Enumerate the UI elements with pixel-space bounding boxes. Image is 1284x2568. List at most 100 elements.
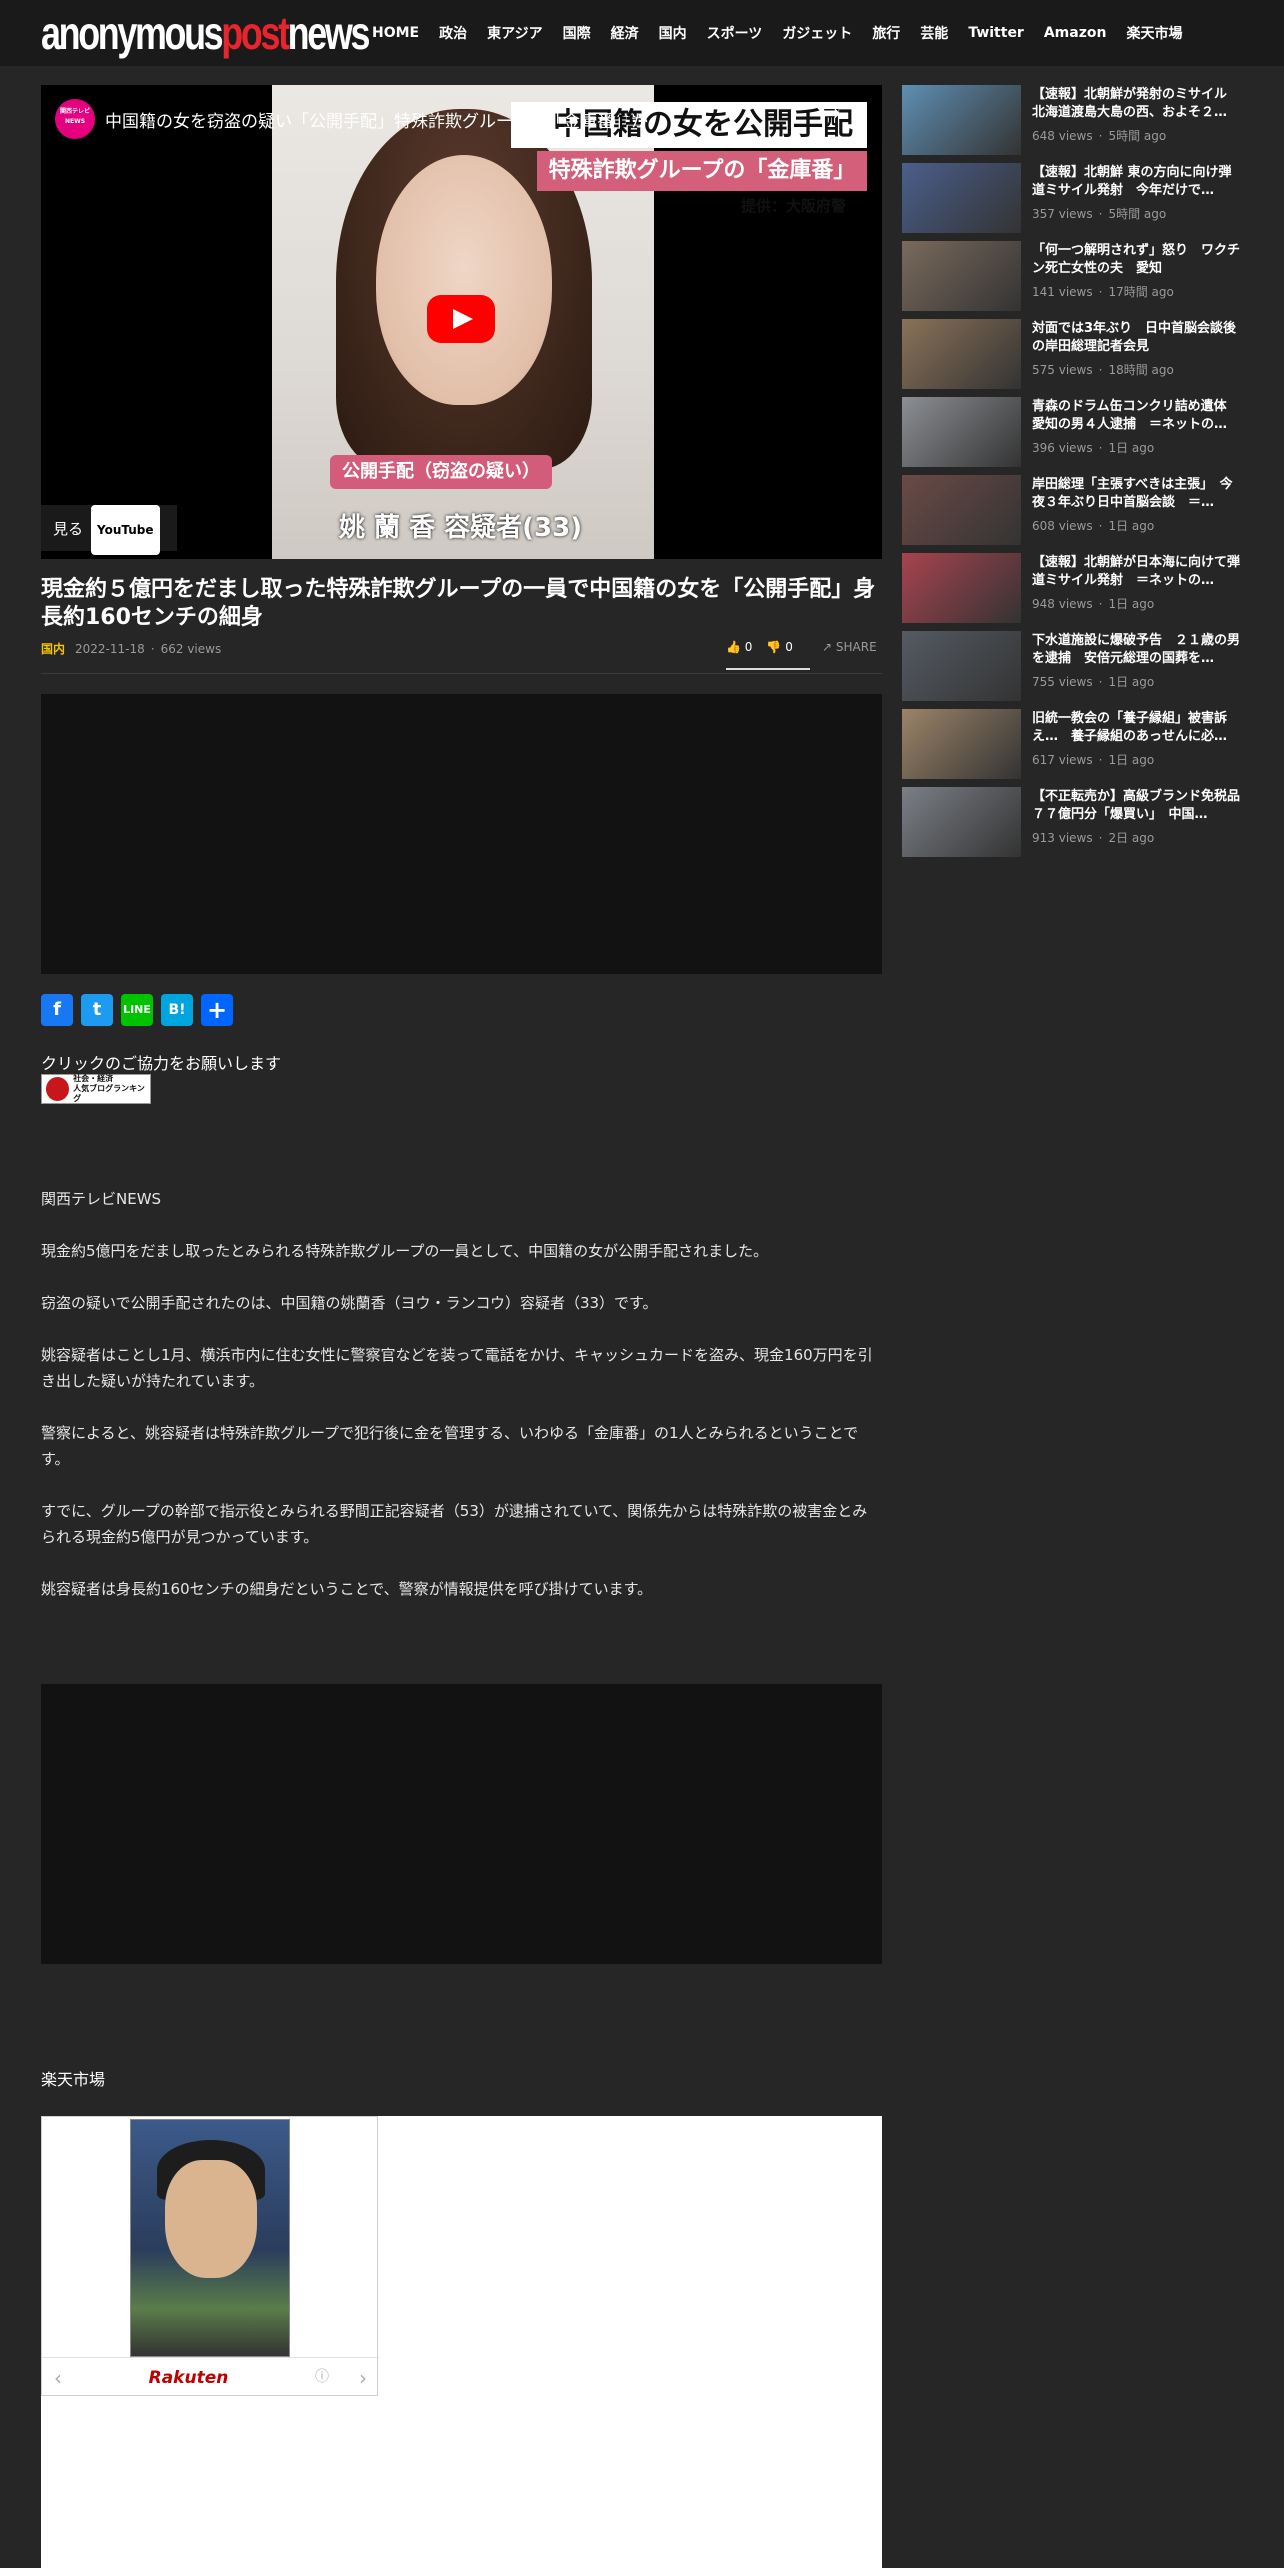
nav-item-international[interactable]: 国際 xyxy=(563,23,591,43)
dislike-count: 0 xyxy=(785,640,793,654)
sidebar-item-meta: 608 views · 1日 ago xyxy=(1032,517,1154,534)
like-button[interactable]: 👍 0 xyxy=(726,640,752,668)
sidebar-item-meta: 575 views · 18時間 ago xyxy=(1032,361,1174,378)
product-image[interactable] xyxy=(130,2119,290,2357)
article-views: 662 views xyxy=(160,641,222,656)
blog-ranking-banner[interactable]: 社会・経済 人気ブログランキング xyxy=(41,1074,151,1104)
nav-item-home[interactable]: HOME xyxy=(372,25,419,41)
nav-item-amazon[interactable]: Amazon xyxy=(1044,25,1107,41)
twitter-icon[interactable]: t xyxy=(81,994,113,1026)
thumbs-up-icon: 👍 xyxy=(726,640,741,654)
sidebar-thumbnail[interactable] xyxy=(902,319,1021,389)
watch-on-youtube-button[interactable]: 見る YouTube xyxy=(41,505,177,555)
channel-logo-icon[interactable]: 関西テレビ NEWS xyxy=(55,99,95,139)
share-label: SHARE xyxy=(835,640,877,654)
sidebar-item-title[interactable]: 対面では3年ぶり 日中首脳会談後の岸田総理記者会見 xyxy=(1032,320,1244,356)
chevron-right-icon[interactable]: › xyxy=(359,2366,367,2390)
nav-item-entertainment[interactable]: 芸能 xyxy=(920,23,948,43)
sidebar-item[interactable]: 対面では3年ぶり 日中首脳会談後の岸田総理記者会見 575 views · 18時間 … xyxy=(902,319,1242,389)
rakuten-product-card[interactable]: ‹ Rakuten ⓘ › xyxy=(41,2116,379,2396)
hatena-icon[interactable]: B! xyxy=(161,994,193,1026)
article-paragraph: 警察によると、姚容疑者は特殊詐欺グループで犯行後に金を管理する、いわゆる「金庫番… xyxy=(41,1424,859,1468)
sidebar-item-meta: 396 views · 1日 ago xyxy=(1032,439,1154,456)
sidebar-item-time: 17時間 ago xyxy=(1108,285,1174,299)
nav-item-travel[interactable]: 旅行 xyxy=(872,23,900,43)
sidebar-item-title[interactable]: 旧統一教会の「養子縁組」被害訴え… 養子縁組のあっせんに必… xyxy=(1032,710,1244,746)
sidebar-item-title[interactable]: 岸田総理「主張すべきは主張」 今夜３年ぶり日中首脳会談 ＝… xyxy=(1032,476,1244,512)
blog-ranking-text: 社会・経済 人気ブログランキング xyxy=(73,1074,150,1104)
category-link[interactable]: 国内 xyxy=(41,640,65,657)
sidebar-thumbnail[interactable] xyxy=(902,787,1021,857)
nav-item-politics[interactable]: 政治 xyxy=(439,23,467,43)
sidebar-item-views: 648 views xyxy=(1032,129,1093,143)
meta-separator: · xyxy=(1098,831,1103,845)
sidebar-item[interactable]: 【速報】北朝鮮が発射のミサイル 北海道渡島大島の西、およそ２… 648 views… xyxy=(902,85,1242,155)
sidebar-item-meta: 357 views · 5時間 ago xyxy=(1032,205,1166,222)
line-icon[interactable]: LINE xyxy=(121,994,153,1026)
rakuten-widget: ‹ Rakuten ⓘ › xyxy=(41,2116,882,2568)
sidebar-item[interactable]: 下水道施設に爆破予告 ２１歳の男を逮捕 安倍元総理の国葬を… 755 views ·… xyxy=(902,631,1242,701)
sidebar-thumbnail[interactable] xyxy=(902,709,1021,779)
nav-item-domestic[interactable]: 国内 xyxy=(659,23,687,43)
share-button[interactable]: ↗ SHARE xyxy=(822,640,877,654)
sidebar-item-time: 1日 ago xyxy=(1108,753,1155,767)
ad-slot-top[interactable] xyxy=(41,694,882,974)
meta-separator: · xyxy=(1098,753,1103,767)
chevron-left-icon[interactable]: ‹ xyxy=(54,2366,62,2390)
sidebar-item-views: 575 views xyxy=(1032,363,1093,377)
sidebar-item-views: 948 views xyxy=(1032,597,1093,611)
meta-divider xyxy=(41,673,882,674)
nav-item-twitter[interactable]: Twitter xyxy=(968,25,1024,41)
rakuten-logo[interactable]: Rakuten xyxy=(149,2368,229,2388)
sidebar-item[interactable]: 【速報】北朝鮮 東の方向に向け弾道ミサイル発射 今年だけで… 357 views ·… xyxy=(902,163,1242,233)
article-paragraph: 現金約5億円をだまし取ったとみられる特殊詐欺グループの一員として、中国籍の女が公… xyxy=(41,1242,769,1260)
sidebar-item-views: 913 views xyxy=(1032,831,1093,845)
sidebar-item-title[interactable]: 青森のドラム缶コンクリ詰め遺体 愛知の男４人逮捕 ＝ネットの… xyxy=(1032,398,1244,434)
video-title[interactable]: 中国籍の女を窃盗の疑い「公開手配」特殊詐欺グループの「金庫番」か xyxy=(105,107,825,132)
sidebar-item-time: 1日 ago xyxy=(1108,441,1155,455)
nav-item-gadget[interactable]: ガジェット xyxy=(782,23,852,43)
sidebar-thumbnail[interactable] xyxy=(902,397,1021,467)
addtoany-icon[interactable]: + xyxy=(201,994,233,1026)
share-arrow-icon[interactable]: ➦ xyxy=(821,99,841,127)
sidebar-thumbnail[interactable] xyxy=(902,553,1021,623)
sidebar-item[interactable]: 岸田総理「主張すべきは主張」 今夜３年ぶり日中首脳会談 ＝… 608 views ·… xyxy=(902,475,1242,545)
sidebar-item-time: 18時間 ago xyxy=(1108,363,1174,377)
site-logo[interactable]: anonymous post news xyxy=(41,4,370,62)
sidebar-item-meta: 141 views · 17時間 ago xyxy=(1032,283,1174,300)
sidebar-item[interactable]: 【不正転売か】高級ブランド免税品７７億円分「爆買い」 中国… 913 views ·… xyxy=(902,787,1242,857)
nav-item-sports[interactable]: スポーツ xyxy=(707,23,763,43)
sidebar-thumbnail[interactable] xyxy=(902,163,1021,233)
sidebar-thumbnail[interactable] xyxy=(902,475,1021,545)
dislike-button[interactable]: 👎 0 xyxy=(766,640,792,668)
sidebar-thumbnail[interactable] xyxy=(902,241,1021,311)
sidebar-item-title[interactable]: 【速報】北朝鮮が日本海に向けて弾道ミサイル発射 ＝ネットの… xyxy=(1032,554,1244,590)
sidebar-item[interactable]: 【速報】北朝鮮が日本海に向けて弾道ミサイル発射 ＝ネットの… 948 views ·… xyxy=(902,553,1242,623)
nav-item-rakuten[interactable]: 楽天市場 xyxy=(1126,23,1182,43)
nav-item-economy[interactable]: 経済 xyxy=(611,23,639,43)
nav-item-east-asia[interactable]: 東アジア xyxy=(487,23,542,43)
youtube-play-icon[interactable] xyxy=(427,295,495,343)
youtube-logo-icon: YouTube xyxy=(91,505,160,555)
main-nav: HOME 政治 東アジア 国際 経済 国内 スポーツ ガジェット 旅行 芸能 T… xyxy=(372,0,1202,66)
sidebar-item-title[interactable]: 【不正転売か】高級ブランド免税品７７億円分「爆買い」 中国… xyxy=(1032,788,1244,824)
sidebar-item-meta: 617 views · 1日 ago xyxy=(1032,751,1154,768)
sidebar-item-title[interactable]: 【速報】北朝鮮 東の方向に向け弾道ミサイル発射 今年だけで… xyxy=(1032,164,1244,200)
facebook-icon[interactable]: f xyxy=(41,994,73,1026)
sidebar-item[interactable]: 「何一つ解明されず」怒り ワクチン死亡女性の夫 愛知 141 views · 17時間… xyxy=(902,241,1242,311)
sidebar-item-title[interactable]: 下水道施設に爆破予告 ２１歳の男を逮捕 安倍元総理の国葬を… xyxy=(1032,632,1244,668)
info-icon[interactable]: ⓘ xyxy=(315,2366,329,2390)
meta-separator: · xyxy=(1098,363,1103,377)
sidebar-item[interactable]: 青森のドラム缶コンクリ詰め遺体 愛知の男４人逮捕 ＝ネットの… 396 views… xyxy=(902,397,1242,467)
article-paragraph: 窃盗の疑いで公開手配されたのは、中国籍の姚蘭香（ヨウ・ランコウ）容疑者（33）で… xyxy=(41,1294,658,1312)
sidebar-item[interactable]: 旧統一教会の「養子縁組」被害訴え… 養子縁組のあっせんに必… 617 views ·… xyxy=(902,709,1242,779)
thumbs-down-icon: 👎 xyxy=(766,640,782,654)
sidebar-item-title[interactable]: 「何一つ解明されず」怒り ワクチン死亡女性の夫 愛知 xyxy=(1032,242,1244,278)
sidebar-thumbnail[interactable] xyxy=(902,631,1021,701)
blog-ranking-logo-icon xyxy=(46,1077,70,1101)
sidebar-item-title[interactable]: 【速報】北朝鮮が発射のミサイル 北海道渡島大島の西、およそ２… xyxy=(1032,86,1244,122)
ad-slot-bottom[interactable] xyxy=(41,1684,882,1964)
youtube-embed[interactable]: 中国籍の女を公開手配 特殊詐欺グループの「金庫番」 提供：大阪府警 関西テレビ … xyxy=(41,85,882,559)
sidebar-thumbnail[interactable] xyxy=(902,85,1021,155)
thumbnail-face xyxy=(376,155,552,405)
